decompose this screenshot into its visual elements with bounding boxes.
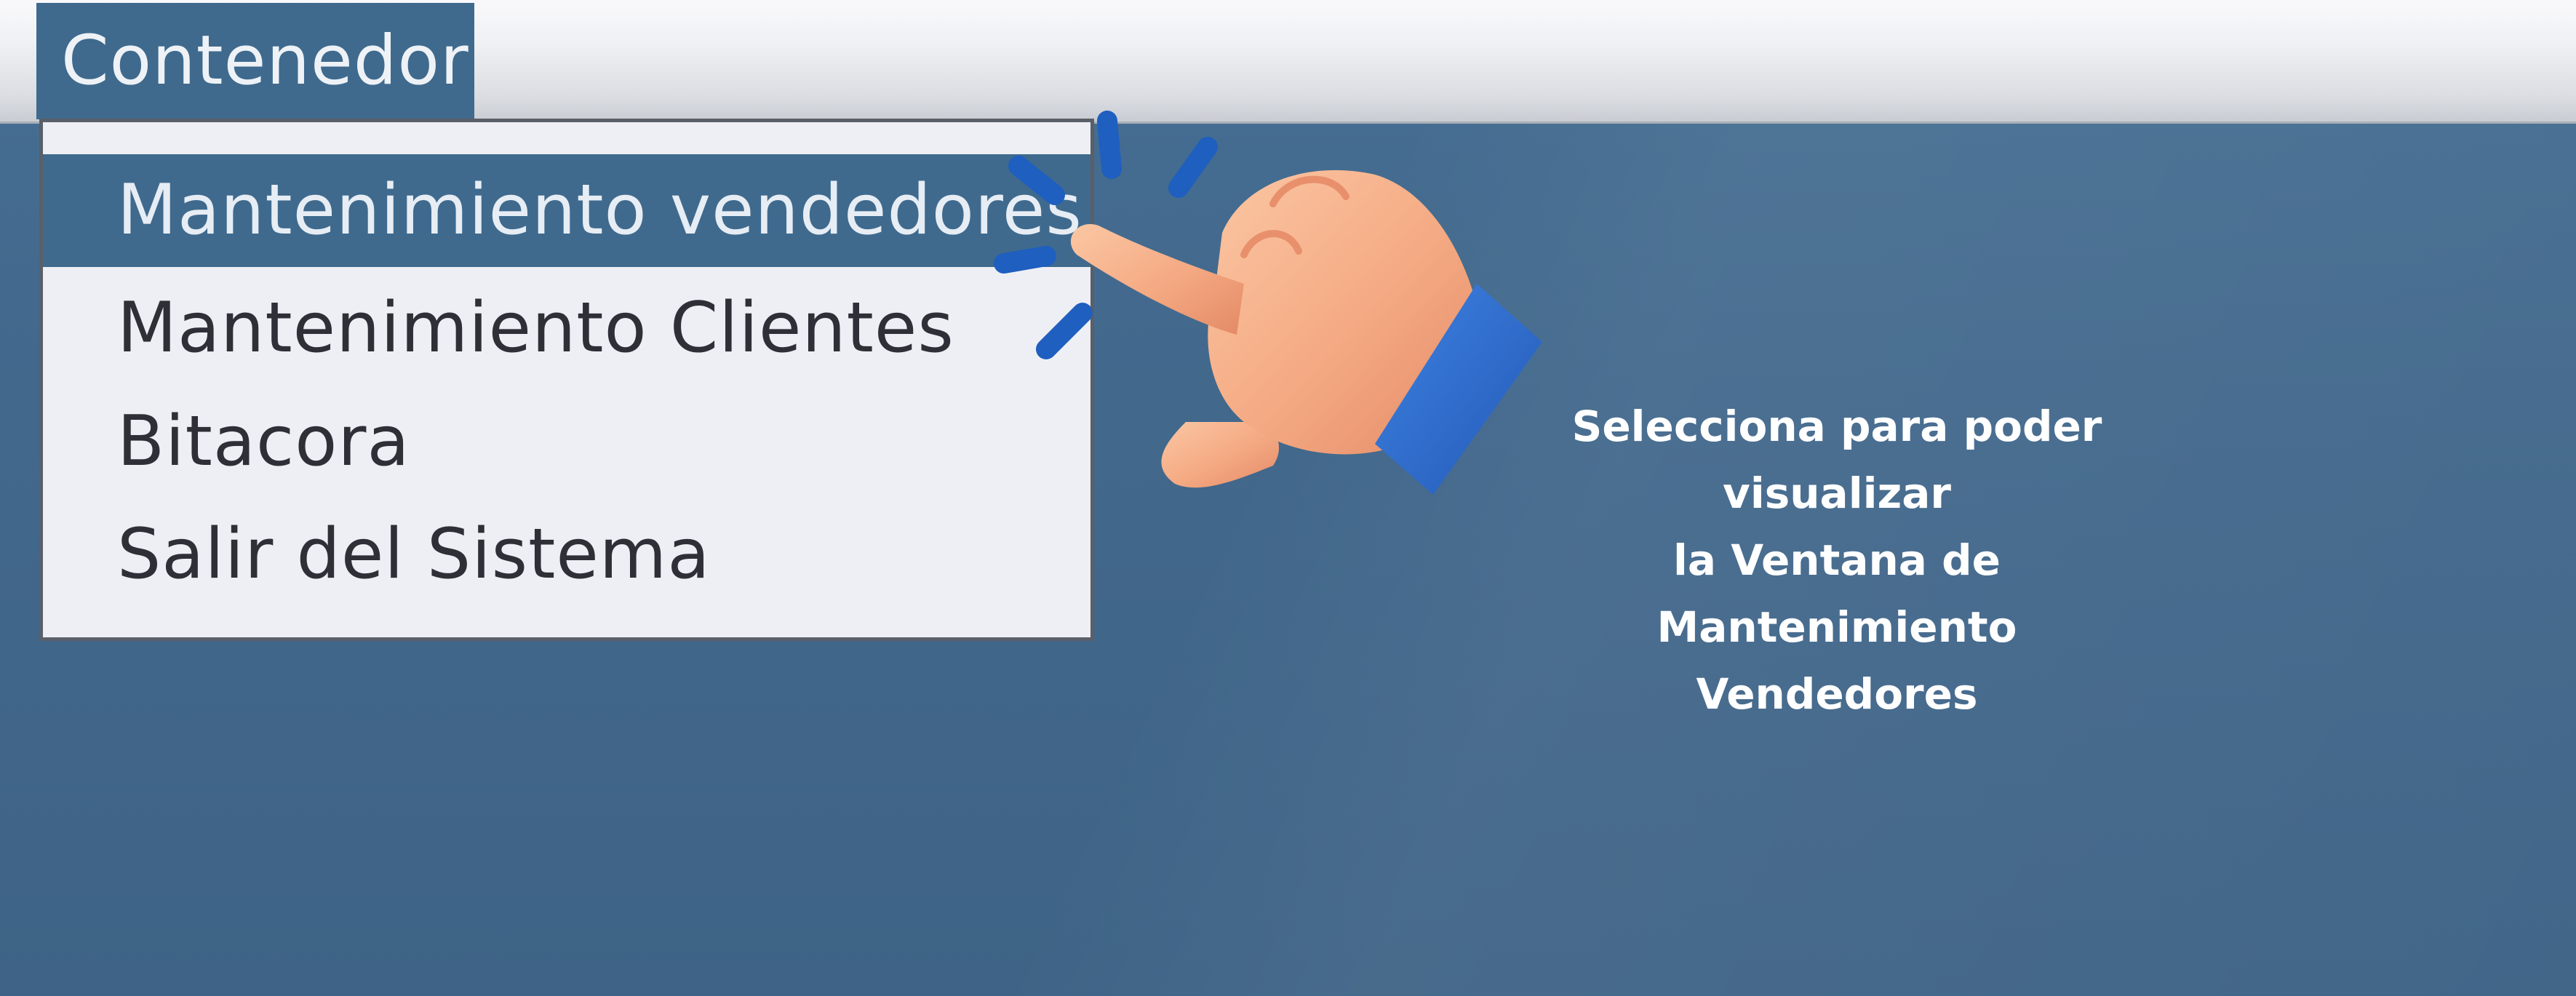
instruction-text: Selecciona para poder visualizar la Vent…	[1491, 393, 2182, 728]
menu-item-mantenimiento-vendedores[interactable]: Mantenimiento vendedores	[43, 154, 1090, 267]
menu-contenedor[interactable]: Contenedor	[36, 3, 474, 119]
menu-item-salir-del-sistema[interactable]: Salir del Sistema	[43, 498, 1090, 611]
pointing-hand-icon	[968, 102, 1564, 524]
menu-item-mantenimiento-clientes[interactable]: Mantenimiento Clientes	[43, 272, 1090, 385]
instruction-line: Selecciona para poder visualizar	[1571, 402, 2102, 518]
menu-item-bitacora[interactable]: Bitacora	[43, 386, 1090, 498]
dropdown-menu: Mantenimiento vendedores Mantenimiento C…	[39, 119, 1094, 641]
instruction-line: la Ventana de Mantenimiento	[1656, 535, 2017, 652]
instruction-line: Vendedores	[1696, 669, 1978, 719]
